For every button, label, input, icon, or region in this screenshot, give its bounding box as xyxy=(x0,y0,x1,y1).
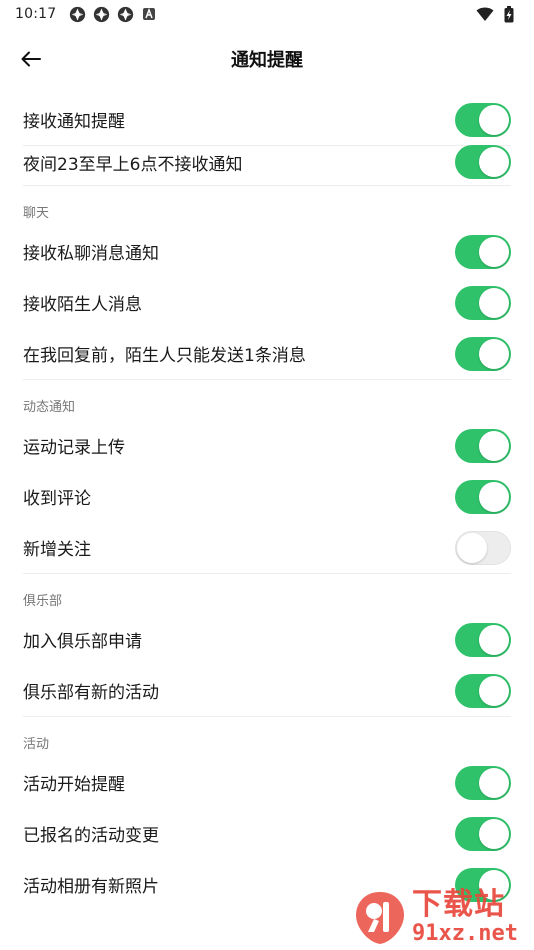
toggle-event-start[interactable] xyxy=(455,765,511,800)
toggle-event-change[interactable] xyxy=(455,816,511,851)
back-button[interactable] xyxy=(14,42,48,76)
watermark-text: 下载站 91xz.net xyxy=(412,886,518,946)
setting-row-club-new-event: 俱乐部有新的活动 xyxy=(0,665,534,716)
setting-row-stranger-message: 接收陌生人消息 xyxy=(0,277,534,328)
toggle-knob xyxy=(479,818,509,849)
watermark-logo-icon xyxy=(356,892,404,944)
toggle-club-new-event[interactable] xyxy=(455,673,511,708)
status-bar: 10:17 xyxy=(0,0,534,28)
watermark: 下载站 91xz.net xyxy=(352,886,528,948)
setting-row-event-start: 活动开始提醒 xyxy=(0,757,534,808)
setting-label: 接收通知提醒 xyxy=(23,112,125,132)
toggle-knob xyxy=(457,532,487,563)
toggle-knob xyxy=(479,430,509,461)
toggle-knob xyxy=(479,338,509,369)
setting-label: 在我回复前，陌生人只能发送1条消息 xyxy=(23,346,306,366)
status-time: 10:17 xyxy=(15,6,57,22)
setting-row-comments: 收到评论 xyxy=(0,471,534,522)
section-header-feed: 动态通知 xyxy=(23,400,76,415)
toggle-knob xyxy=(479,236,509,267)
toggle-receive-notifications[interactable] xyxy=(455,102,511,137)
notification-settings-screen: 10:17 通知提醒 接收通知提醒 夜间23至早上6点不接收通知 聊天 接收私聊… xyxy=(0,0,534,950)
toggle-knob xyxy=(479,104,509,135)
setting-label: 收到评论 xyxy=(23,489,91,509)
watermark-text-top: 下载站 xyxy=(412,886,505,922)
section-header-events: 活动 xyxy=(23,737,50,752)
section-header-club: 俱乐部 xyxy=(23,594,63,609)
notification-a-icon xyxy=(140,5,158,23)
page-title: 通知提醒 xyxy=(231,50,303,71)
setting-label: 加入俱乐部申请 xyxy=(23,632,142,652)
toggle-comments[interactable] xyxy=(455,479,511,514)
toggle-knob xyxy=(479,767,509,798)
status-icons-right xyxy=(476,5,518,23)
app-icon xyxy=(116,5,134,23)
setting-label: 运动记录上传 xyxy=(23,438,125,458)
setting-label: 夜间23至早上6点不接收通知 xyxy=(23,154,243,175)
toggle-workout-upload[interactable] xyxy=(455,428,511,463)
setting-label: 新增关注 xyxy=(23,540,91,560)
toggle-knob xyxy=(479,675,509,706)
setting-label: 接收私聊消息通知 xyxy=(23,244,159,264)
toggle-knob xyxy=(479,481,509,512)
toggle-stranger-message[interactable] xyxy=(455,285,511,320)
setting-row-private-message: 接收私聊消息通知 xyxy=(0,226,534,277)
watermark-text-bottom: 91xz.net xyxy=(412,920,518,946)
setting-label: 已报名的活动变更 xyxy=(23,826,159,846)
app-icon xyxy=(92,5,110,23)
setting-row-new-followers: 新增关注 xyxy=(0,522,534,573)
toggle-new-followers[interactable] xyxy=(455,530,511,565)
setting-label: 接收陌生人消息 xyxy=(23,295,142,315)
arrow-left-icon xyxy=(21,51,41,67)
toggle-private-message[interactable] xyxy=(455,234,511,269)
setting-row-receive-notifications: 接收通知提醒 xyxy=(0,94,534,145)
setting-row-club-join-request: 加入俱乐部申请 xyxy=(0,614,534,665)
setting-label: 活动开始提醒 xyxy=(23,775,125,795)
battery-charging-icon xyxy=(500,5,518,23)
setting-label: 俱乐部有新的活动 xyxy=(23,683,159,703)
status-icons-left xyxy=(68,5,158,23)
setting-row-event-change: 已报名的活动变更 xyxy=(0,808,534,859)
toggle-knob xyxy=(479,287,509,318)
setting-row-quiet-hours: 夜间23至早上6点不接收通知 xyxy=(0,140,534,184)
toggle-quiet-hours[interactable] xyxy=(455,145,511,179)
title-bar: 通知提醒 xyxy=(0,36,534,82)
setting-row-stranger-limit: 在我回复前，陌生人只能发送1条消息 xyxy=(0,328,534,379)
app-icon xyxy=(68,5,86,23)
settings-list: 接收通知提醒 夜间23至早上6点不接收通知 聊天 接收私聊消息通知 接收陌生人消… xyxy=(0,94,534,910)
wifi-icon xyxy=(476,5,494,23)
section-header-chat: 聊天 xyxy=(23,206,50,221)
setting-row-workout-upload: 运动记录上传 xyxy=(0,420,534,471)
toggle-stranger-limit[interactable] xyxy=(455,336,511,371)
toggle-club-join-request[interactable] xyxy=(455,622,511,657)
toggle-knob xyxy=(479,624,509,655)
toggle-knob xyxy=(479,147,509,177)
